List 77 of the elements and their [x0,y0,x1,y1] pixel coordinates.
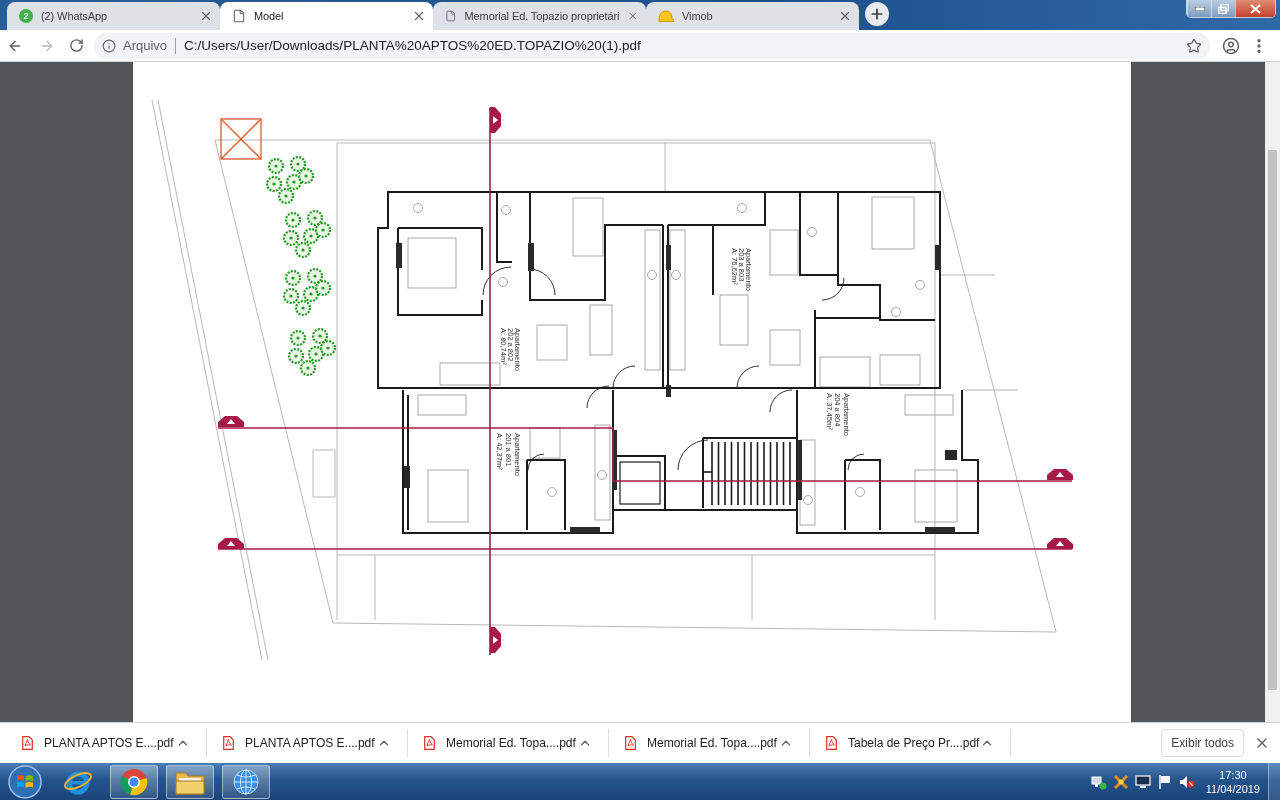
browser-tab[interactable]: 2 (2) WhatsApp [7,2,220,30]
shrub-icon [285,173,303,191]
shrub-icon [314,221,332,239]
scrollbar-thumb[interactable] [1268,150,1277,690]
shrub-icon [284,211,302,229]
url-text: C:/Users/User/Downloads/PLANTA%20APTOS%20ED.TOPAZIO%20(1).pdf [184,38,641,53]
new-tab-button[interactable] [865,2,889,26]
close-icon[interactable] [199,9,213,23]
shrub-icon [284,269,302,287]
page-icon [445,9,457,23]
restore-icon [1218,3,1229,14]
taskbar-button[interactable] [110,764,158,799]
browser-tab[interactable]: Memorial Ed. Topazio proprietári [433,2,646,30]
hard-hat-icon [658,10,674,22]
download-item[interactable]: Memorial Ed. Topa....pdf [609,729,779,757]
clock-date[interactable]: 11/04/2019 [1205,781,1260,796]
notification-badge: 2 [19,9,33,23]
shrub-icon [307,345,325,363]
download-item[interactable]: PLANTA APTOS E....pdf [207,729,377,757]
reload-icon[interactable] [69,38,84,53]
taskbar-button[interactable] [166,764,214,799]
browser-logo-icon[interactable] [120,767,148,796]
shrub-icon [282,229,300,247]
shrub-icon [287,347,305,365]
plus-icon [869,6,885,22]
pdf-file-icon [223,736,234,750]
pdf-file-icon [424,736,435,750]
shrub-icon [294,299,312,317]
page-icon [232,9,246,23]
bookmark-star-icon[interactable] [1186,37,1202,54]
close-icon [1250,3,1261,14]
download-item[interactable]: Tabela de Preço Pr....pdf [810,729,980,757]
pdf-file-icon [625,736,636,750]
shrub-icon [289,329,307,347]
shrub-icon [314,279,332,297]
info-icon[interactable] [102,38,116,53]
download-item[interactable]: Memorial Ed. Topa....pdf [408,729,578,757]
shrub-icon [294,241,312,259]
network-icon[interactable] [1090,773,1107,790]
globe-icon[interactable] [233,768,259,795]
close-icon[interactable] [838,9,852,23]
close-icon[interactable] [627,9,639,23]
shrub-icon [306,209,324,227]
flag-icon[interactable] [1156,773,1173,790]
shrub-icon [297,167,315,185]
account-icon[interactable] [1222,36,1240,55]
show-all-button[interactable]: Exibir todos [1161,729,1244,757]
taskbar-button[interactable] [222,764,270,799]
shrub-icon [299,359,317,377]
minimize-icon [1194,6,1205,11]
pdf-file-icon [22,736,33,750]
minimize-button[interactable] [1187,0,1211,17]
pdf-file-icon [826,736,837,750]
download-item[interactable]: PLANTA APTOS E....pdf [6,729,176,757]
shrub-icon [302,227,320,245]
browser-tab[interactable]: Vimob [646,2,859,30]
alert-icon[interactable] [1112,773,1129,790]
shrub-icon [265,175,283,193]
shrub-icon [267,157,285,175]
shrub-icon [311,327,329,345]
shrub-icon [289,155,307,173]
shrub-icon [319,339,337,357]
browser-tab[interactable]: Model [220,2,433,30]
shrub-icon [302,285,320,303]
shrub-icon [277,187,295,205]
crossed-box-icon [220,118,262,160]
monitor-icon[interactable] [1134,773,1151,790]
close-icon[interactable] [412,9,426,23]
address-field[interactable]: Arquivo C:/Users/User/Downloads/PLANTA%20APTOS%20ED.TOPAZIO%20(1).pdf [94,32,1210,59]
shrub-icon [306,267,324,285]
show-desktop-button[interactable] [1268,763,1280,800]
site-info-chip[interactable]: Arquivo [123,37,177,54]
clock-time[interactable]: 17:30 [1219,767,1247,782]
restore-button[interactable] [1211,0,1235,17]
shrub-icon [282,287,300,305]
window-close-button[interactable] [1235,0,1275,17]
start-orb-icon[interactable] [8,764,42,799]
